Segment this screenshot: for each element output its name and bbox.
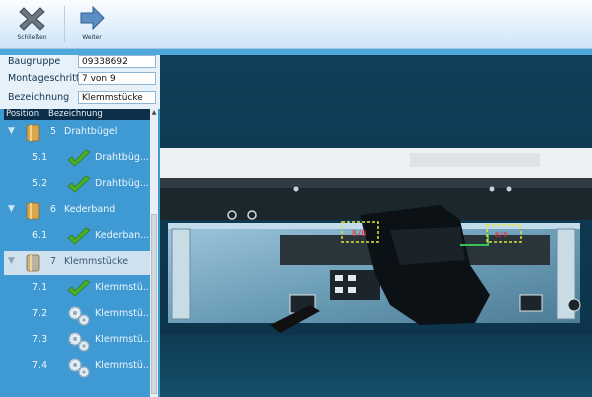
camera-view: 8/0 8/0 (160, 55, 592, 397)
group-row[interactable]: ▼ 7 Klemmstücke (4, 251, 150, 275)
row-label: Klemmstü... (95, 334, 152, 345)
step-row[interactable]: 7.4 Klemmstü... (4, 355, 152, 379)
scroll-thumb[interactable] (151, 214, 157, 394)
row-label: Kederban... (95, 230, 150, 241)
left-panel: Baugruppe 09338692 Montageschritt 7 von … (0, 55, 160, 397)
baugruppe-field[interactable]: 09338692 (78, 55, 156, 68)
bezeichnung-row: Bezeichnung Klemmstücke (0, 91, 160, 106)
step-row[interactable]: 5.2 Drahtbüg... (4, 173, 150, 197)
scroll-up-icon[interactable]: ▲ (150, 109, 158, 117)
next-button-label: Weiter (82, 34, 102, 41)
close-x-icon (19, 7, 45, 31)
camera-image: 8/0 8/0 (160, 55, 592, 397)
detection-label-2: 8/0 (495, 231, 508, 239)
checkmark-icon (67, 227, 91, 245)
close-button[interactable]: Schließen (4, 3, 60, 45)
baugruppe-row: Baugruppe 09338692 (0, 55, 160, 70)
montageschritt-field[interactable]: 7 von 9 (78, 72, 156, 85)
grid-scrollbar[interactable]: ▲ (150, 109, 158, 397)
gears-icon (68, 358, 90, 378)
row-position: 7.4 (32, 360, 48, 371)
folder-binder-icon (26, 254, 40, 272)
bezeichnung-label: Bezeichnung (8, 92, 70, 103)
col-header-bezeichnung[interactable]: Bezeichnung (48, 109, 103, 120)
row-label: Klemmstücke (64, 256, 129, 267)
gears-icon (68, 306, 90, 326)
expand-icon[interactable]: ▼ (8, 204, 15, 214)
checkmark-icon (67, 279, 91, 297)
info-fields: Baugruppe 09338692 Montageschritt 7 von … (0, 55, 160, 109)
grid-header: Position Bezeichnung (4, 109, 150, 120)
close-button-label: Schließen (17, 34, 47, 41)
gears-icon (68, 332, 90, 352)
row-position: 5.1 (32, 152, 48, 163)
step-row[interactable]: 7.1 Klemmstü... (4, 277, 152, 301)
row-position: 5.2 (32, 178, 48, 189)
montageschritt-row: Montageschritt 7 von 9 (0, 72, 160, 87)
step-row[interactable]: 7.2 Klemmstü... (4, 303, 152, 327)
baugruppe-label: Baugruppe (8, 56, 61, 67)
step-row[interactable]: 7.3 Klemmstü... (4, 329, 152, 353)
group-row[interactable]: ▼ 6 Kederband (4, 199, 150, 223)
row-position: 7 (50, 256, 57, 267)
group-row[interactable]: ▼ 5 Drahtbügel (4, 121, 150, 145)
montageschritt-label: Montageschritt (8, 73, 80, 84)
next-button[interactable]: Weiter (64, 3, 120, 45)
step-row[interactable]: 6.1 Kederban... (4, 225, 150, 249)
row-position: 6.1 (32, 230, 48, 241)
row-position: 7.2 (32, 308, 48, 319)
step-row[interactable]: 5.1 Drahtbüg... (4, 147, 150, 171)
steps-grid: Position Bezeichnung ▼ 5 Drahtbügel 5.1 Drah… (4, 109, 158, 397)
arrow-right-icon (80, 5, 105, 31)
row-label: Klemmstü... (95, 360, 152, 371)
expand-icon[interactable]: ▼ (8, 256, 15, 266)
row-position: 5 (50, 126, 57, 137)
row-label: Drahtbügel (64, 126, 118, 137)
toolbar: Schließen Weiter (0, 0, 592, 49)
row-label: Kederband (64, 204, 116, 215)
expand-icon[interactable]: ▼ (8, 126, 15, 136)
checkmark-icon (67, 175, 91, 193)
detection-label-1: 8/0 (352, 229, 367, 238)
row-label: Klemmstü... (95, 308, 152, 319)
row-label: Drahtbüg... (95, 178, 149, 189)
bezeichnung-field[interactable]: Klemmstücke (78, 91, 156, 104)
col-header-position[interactable]: Position (6, 109, 39, 120)
row-label: Klemmstü... (95, 282, 152, 293)
row-position: 6 (50, 204, 57, 215)
row-position: 7.3 (32, 334, 48, 345)
row-position: 7.1 (32, 282, 48, 293)
folder-binder-icon (26, 202, 40, 220)
folder-binder-icon (26, 124, 40, 142)
row-label: Drahtbüg... (95, 152, 149, 163)
checkmark-icon (67, 149, 91, 167)
